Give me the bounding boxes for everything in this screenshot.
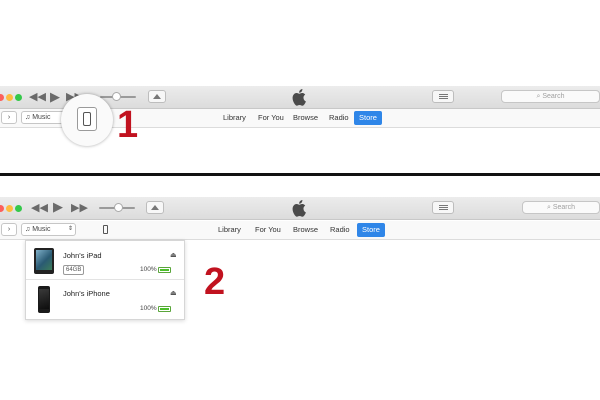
device-capacity-badge: 64GB <box>63 265 85 275</box>
apple-logo-icon <box>292 89 306 106</box>
device-row-ipad[interactable]: John's iPad 64GB ⏏ 100% <box>26 241 184 280</box>
tab-browse[interactable]: Browse <box>293 112 318 124</box>
iphone-icon <box>38 286 50 313</box>
search-input[interactable]: ⌕ Search <box>522 201 600 214</box>
device-popover: John's iPad 64GB ⏏ 100% John's iPhone ⏏ … <box>25 240 185 320</box>
zoom-window-button[interactable] <box>15 94 22 101</box>
music-note-icon: ♫ <box>25 226 31 233</box>
forward-button[interactable]: › <box>1 223 17 236</box>
device-name: John's iPad <box>63 251 102 260</box>
device-row-iphone[interactable]: John's iPhone ⏏ 100% <box>26 280 184 318</box>
media-source-label: Music <box>32 114 51 121</box>
apple-logo-icon <box>292 200 306 217</box>
zoom-window-button[interactable] <box>15 205 22 212</box>
close-window-button[interactable] <box>0 94 4 101</box>
navbar-2: › ♫ Music ⇕ Library For You Browse Radio… <box>0 221 600 240</box>
play-button[interactable]: ▶ <box>53 200 63 214</box>
device-button[interactable] <box>103 225 108 234</box>
tab-store[interactable]: Store <box>354 111 382 125</box>
close-window-button[interactable] <box>0 205 4 212</box>
minimize-window-button[interactable] <box>6 94 13 101</box>
fast-forward-button[interactable]: ▶▶ <box>71 201 88 215</box>
volume-knob[interactable] <box>112 92 121 101</box>
battery-percent: 100% <box>140 305 157 312</box>
panel-divider <box>0 173 600 176</box>
media-source-select[interactable]: ♫ Music ⇕ <box>21 223 76 236</box>
ipad-icon <box>34 248 54 274</box>
battery-icon <box>158 306 171 312</box>
tab-store[interactable]: Store <box>357 223 385 237</box>
search-input[interactable]: ⌕ Search <box>501 90 600 103</box>
rewind-button[interactable]: ◀◀ <box>29 90 46 104</box>
up-next-list-button[interactable] <box>432 201 454 214</box>
forward-button[interactable]: › <box>1 111 17 124</box>
tab-library[interactable]: Library <box>223 112 246 124</box>
step-number-2: 2 <box>204 261 226 303</box>
search-icon: ⌕ <box>546 204 551 211</box>
minimize-window-button[interactable] <box>6 205 13 212</box>
music-note-icon: ♫ <box>25 114 31 121</box>
device-button-magnifier <box>61 94 113 146</box>
battery-fill <box>160 269 169 271</box>
volume-knob[interactable] <box>114 203 123 212</box>
media-source-label: Music <box>32 226 51 233</box>
eject-icon[interactable]: ⏏ <box>170 251 177 259</box>
battery-fill <box>160 308 169 310</box>
play-button[interactable]: ▶ <box>50 90 60 104</box>
tab-radio[interactable]: Radio <box>329 112 349 124</box>
device-name: John's iPhone <box>63 289 110 298</box>
tab-for-you[interactable]: For You <box>258 112 284 124</box>
search-icon: ⌕ <box>536 93 541 100</box>
step-number-1: 1 <box>117 104 139 146</box>
iphone-device-icon <box>83 112 91 126</box>
airplay-button[interactable] <box>146 201 164 214</box>
battery-icon <box>158 267 171 273</box>
eject-icon[interactable]: ⏏ <box>170 289 177 297</box>
search-placeholder: Search <box>552 204 576 211</box>
search-placeholder: Search <box>542 93 565 100</box>
rewind-button[interactable]: ◀◀ <box>31 201 48 215</box>
chevron-updown-icon: ⇕ <box>67 226 73 232</box>
tab-browse[interactable]: Browse <box>293 224 318 236</box>
device-button[interactable] <box>77 107 97 131</box>
up-next-list-button[interactable] <box>432 90 454 103</box>
tab-radio[interactable]: Radio <box>330 224 350 236</box>
tab-for-you[interactable]: For You <box>255 224 281 236</box>
tab-library[interactable]: Library <box>218 224 241 236</box>
battery-percent: 100% <box>140 266 157 273</box>
toolbar-2: ◀◀ ▶ ▶▶ ⌕ Search <box>0 197 600 220</box>
airplay-button[interactable] <box>148 90 166 103</box>
